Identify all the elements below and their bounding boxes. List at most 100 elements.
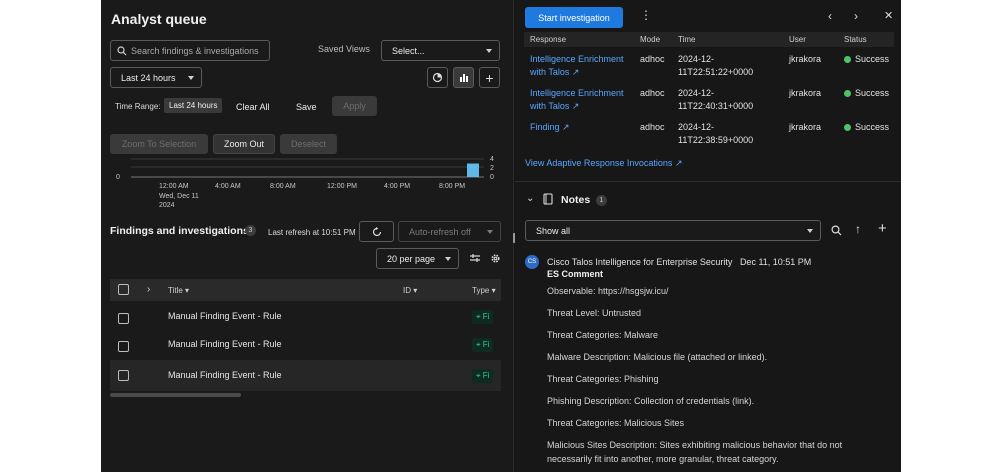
invocation-time: 2024-12- 11T22:40:31+0000 xyxy=(678,87,753,113)
notes-filter-select[interactable]: Show all xyxy=(525,220,821,241)
auto-refresh-select[interactable]: Auto-refresh off xyxy=(398,221,501,242)
add-note-icon[interactable]: + xyxy=(878,220,887,237)
note-line: Threat Categories: Phishing xyxy=(547,374,659,384)
row-checkbox[interactable] xyxy=(118,370,129,381)
saved-views-select[interactable]: Select... xyxy=(381,40,500,61)
invocation-response-link[interactable]: Intelligence Enrichment with Talos ↗ xyxy=(530,87,624,113)
note-line: Malware Description: Malicious file (att… xyxy=(547,352,768,362)
invocation-row: Intelligence Enrichment with Talos ↗ adh… xyxy=(524,87,894,117)
findings-title: Findings and investigations xyxy=(110,225,249,237)
timeline-bars xyxy=(467,163,479,178)
external-link-icon: ↗ xyxy=(571,101,580,111)
invocation-time-line1: 2024-12- xyxy=(678,88,715,98)
row-title[interactable]: Manual Finding Event - Rule xyxy=(168,370,282,380)
start-investigation-button[interactable]: Start investigation xyxy=(525,7,623,28)
view-invocations-link[interactable]: View Adaptive Response Invocations ↗ xyxy=(525,158,683,169)
table-row[interactable]: Manual Finding Event - Rule ⌖ Fi xyxy=(110,305,501,331)
refresh-button[interactable] xyxy=(359,221,394,242)
search-notes-icon[interactable] xyxy=(831,225,842,236)
notes-count-badge: 1 xyxy=(596,195,607,206)
deselect-button[interactable]: Deselect xyxy=(280,134,337,154)
row-type-badge: ⌖ Fi xyxy=(472,310,494,324)
column-header-status: Status xyxy=(844,35,867,44)
invocation-row: Intelligence Enrichment with Talos ↗ adh… xyxy=(524,53,894,83)
expand-all-chevron-icon[interactable]: › xyxy=(147,284,150,295)
search-input[interactable] xyxy=(131,45,261,56)
more-options-icon[interactable]: ⋮ xyxy=(640,9,652,21)
pie-chart-button[interactable] xyxy=(427,67,448,88)
apply-button[interactable]: Apply xyxy=(332,96,377,116)
collapse-notes-chevron-icon[interactable]: ⌄ xyxy=(526,193,534,204)
section-divider xyxy=(515,181,901,182)
note-line: Malicious Sites Description: Sites exhib… xyxy=(547,440,843,450)
bar-chart-icon xyxy=(460,74,468,82)
invocation-response-line1[interactable]: Intelligence Enrichment xyxy=(530,53,624,66)
invocation-response-line2-wrap[interactable]: with Talos ↗ xyxy=(530,100,624,113)
column-settings-button[interactable] xyxy=(469,251,481,269)
chevron-down-icon xyxy=(486,48,492,53)
invocation-user: jkrakora xyxy=(789,88,822,98)
invocation-time-line2: 11T22:38:59+0000 xyxy=(678,135,754,145)
table-settings-button[interactable] xyxy=(490,251,501,269)
invocation-response-line1[interactable]: Intelligence Enrichment xyxy=(530,87,624,100)
invocation-status: Success xyxy=(844,53,889,66)
horizontal-scrollbar[interactable] xyxy=(110,393,241,397)
invocation-response-line2[interactable]: with Talos xyxy=(530,67,569,77)
analyst-queue-app: Analyst queue Saved Views Select... Last… xyxy=(101,0,901,472)
invocation-response-line2[interactable]: with Talos xyxy=(530,101,569,111)
note-line: Threat Categories: Malicious Sites xyxy=(547,418,685,428)
save-button[interactable]: Save xyxy=(296,102,317,112)
time-filter-select[interactable]: Last 24 hours xyxy=(110,67,202,88)
invocation-status-label: Success xyxy=(855,122,890,132)
column-header-time: Time xyxy=(678,35,696,44)
add-button[interactable]: + xyxy=(479,67,500,88)
note-line: necessarily fit into another, more granu… xyxy=(547,454,779,464)
invocation-response-link[interactable]: Intelligence Enrichment with Talos ↗ xyxy=(530,53,624,79)
sort-arrow-up-icon[interactable]: ↑ xyxy=(855,222,861,236)
invocation-response-line1[interactable]: Finding xyxy=(530,122,560,132)
row-title[interactable]: Manual Finding Event - Rule xyxy=(168,339,282,349)
saved-views-value: Select... xyxy=(392,45,425,56)
findings-table-header: › Title ▾ ID ▾ Type ▾ xyxy=(110,279,501,301)
chevron-right-icon[interactable]: › xyxy=(854,9,858,23)
clear-all-button[interactable]: Clear All xyxy=(236,102,270,112)
close-icon[interactable]: ✕ xyxy=(884,9,893,22)
timeline-x-tick: 4:00 AM xyxy=(215,183,241,190)
row-title[interactable]: Manual Finding Event - Rule xyxy=(168,311,282,321)
column-header-type[interactable]: Type ▾ xyxy=(472,286,496,295)
detail-pane: Start investigation ⋮ ‹ › ✕ Response Mod… xyxy=(515,0,901,472)
zoom-out-button[interactable]: Zoom Out xyxy=(213,134,275,154)
column-header-user: User xyxy=(789,35,806,44)
zoom-to-selection-button[interactable]: Zoom To Selection xyxy=(110,134,208,154)
column-header-id[interactable]: ID ▾ xyxy=(403,286,417,295)
row-checkbox[interactable] xyxy=(118,341,129,352)
plus-icon: + xyxy=(485,69,494,86)
note-heading: ES Comment xyxy=(547,269,604,279)
timeline-bar[interactable] xyxy=(467,163,479,178)
saved-views-label: Saved Views xyxy=(318,44,370,54)
column-header-title[interactable]: Title ▾ xyxy=(168,286,189,295)
invocation-mode: adhoc xyxy=(640,122,665,132)
time-range-chip[interactable]: Last 24 hours xyxy=(164,98,223,113)
select-all-checkbox[interactable] xyxy=(118,284,129,295)
timeline-chart[interactable] xyxy=(101,155,514,185)
chevron-left-icon[interactable]: ‹ xyxy=(828,9,832,23)
per-page-select[interactable]: 20 per page xyxy=(376,248,459,269)
view-invocations-label[interactable]: View Adaptive Response Invocations xyxy=(525,158,672,168)
table-row[interactable]: Manual Finding Event - Rule ⌖ Fi xyxy=(110,333,501,359)
search-box[interactable] xyxy=(110,40,270,61)
bar-chart-button[interactable] xyxy=(453,67,474,88)
invocation-response-line2-wrap[interactable]: with Talos ↗ xyxy=(530,66,624,79)
invocation-status-label: Success xyxy=(855,54,890,64)
last-refresh-text: Last refresh at 10:51 PM xyxy=(268,228,356,237)
invocation-row: Finding ↗ adhoc 2024-12- 11T22:38:59+0000… xyxy=(524,121,894,151)
column-header-title-label: Title xyxy=(168,286,183,295)
row-checkbox[interactable] xyxy=(118,313,129,324)
column-header-type-label: Type xyxy=(472,286,490,295)
timeline-x-tick: 12:00 PM xyxy=(327,183,357,190)
invocations-table-header: Response Mode Time User Status xyxy=(524,32,894,47)
invocation-response-link[interactable]: Finding ↗ xyxy=(530,121,570,134)
table-row[interactable]: Manual Finding Event - Rule ⌖ Fi xyxy=(110,360,501,391)
timeline-date-line2: 2024 xyxy=(159,202,175,209)
notes-filter-value: Show all xyxy=(536,225,571,236)
